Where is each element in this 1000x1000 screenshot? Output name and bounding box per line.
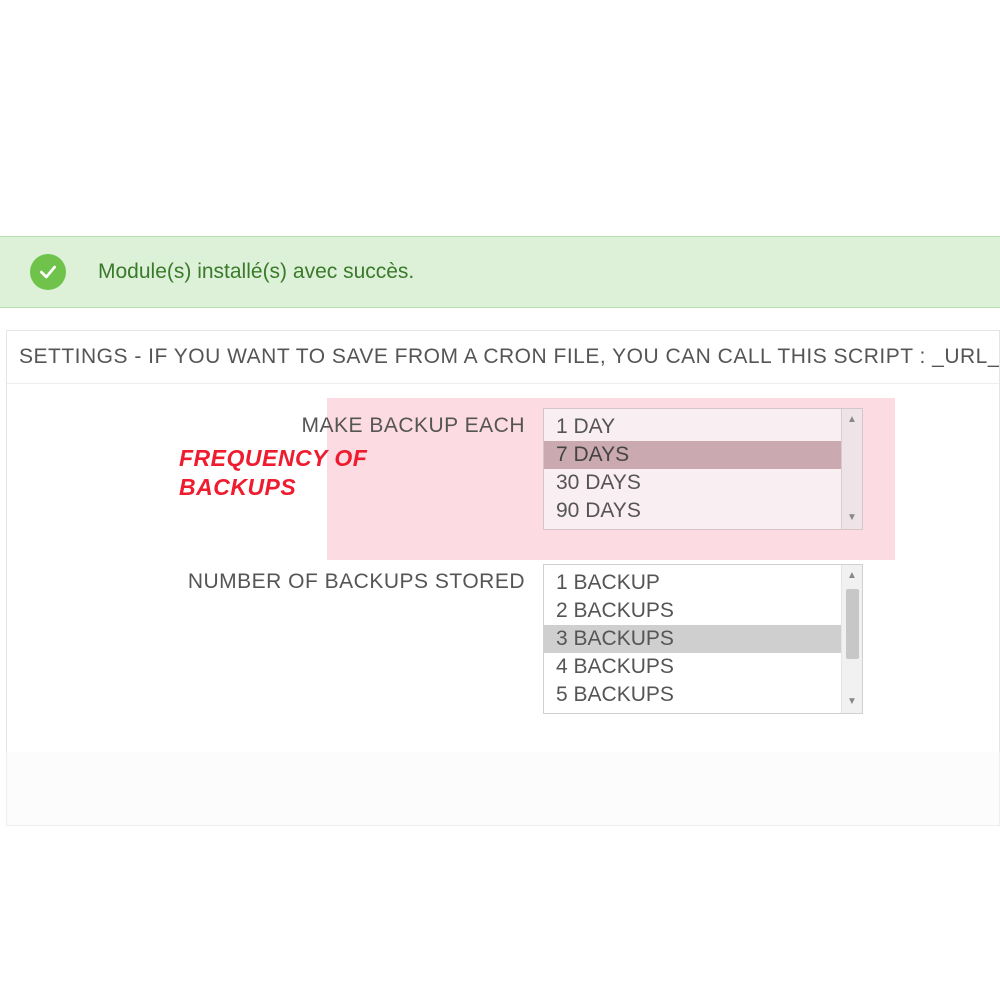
option-2-backups[interactable]: 2 BACKUPS (544, 597, 841, 625)
scroll-up-icon[interactable]: ▲ (847, 565, 857, 587)
scroll-up-icon[interactable]: ▲ (847, 409, 857, 431)
option-30-days[interactable]: 30 DAYS (544, 469, 841, 497)
row-backups-stored: NUMBER OF BACKUPS STORED 1 BACKUP 2 BACK… (7, 564, 999, 714)
row-backup-frequency: MAKE BACKUP EACH 1 DAY 7 DAYS 30 DAYS 90… (7, 408, 999, 530)
annotation-line2: BACKUPS (179, 474, 296, 500)
select-backups-stored[interactable]: 1 BACKUP 2 BACKUPS 3 BACKUPS 4 BACKUPS 5… (543, 564, 863, 714)
panel-footer (6, 752, 1000, 826)
check-icon (30, 254, 66, 290)
option-1-day[interactable]: 1 DAY (544, 413, 841, 441)
label-backups-stored: NUMBER OF BACKUPS STORED (7, 564, 543, 594)
scroll-down-icon[interactable]: ▼ (847, 507, 857, 529)
scroll-thumb[interactable] (846, 589, 859, 659)
scrollbar[interactable]: ▲ ▼ (841, 565, 862, 713)
option-4-backups[interactable]: 4 BACKUPS (544, 653, 841, 681)
alert-success: Module(s) installé(s) avec succès. (0, 236, 1000, 308)
option-1-backup[interactable]: 1 BACKUP (544, 569, 841, 597)
scroll-down-icon[interactable]: ▼ (847, 691, 857, 713)
label-backup-frequency: MAKE BACKUP EACH (7, 408, 543, 438)
option-3-backups[interactable]: 3 BACKUPS (544, 625, 841, 653)
option-5-backups[interactable]: 5 BACKUPS (544, 681, 841, 709)
panel-body: FREQUENCY OF BACKUPS MAKE BACKUP EACH 1 … (7, 383, 999, 772)
settings-panel: SETTINGS - IF YOU WANT TO SAVE FROM A CR… (6, 330, 1000, 773)
select-backup-frequency[interactable]: 1 DAY 7 DAYS 30 DAYS 90 DAYS ▲ ▼ (543, 408, 863, 530)
scrollbar[interactable]: ▲ ▼ (841, 409, 862, 529)
annotation-text: FREQUENCY OF BACKUPS (179, 444, 367, 502)
option-7-days[interactable]: 7 DAYS (544, 441, 841, 469)
panel-header: SETTINGS - IF YOU WANT TO SAVE FROM A CR… (7, 331, 999, 383)
annotation-line1: FREQUENCY OF (179, 445, 367, 471)
alert-message: Module(s) installé(s) avec succès. (98, 260, 414, 284)
option-90-days[interactable]: 90 DAYS (544, 497, 841, 525)
